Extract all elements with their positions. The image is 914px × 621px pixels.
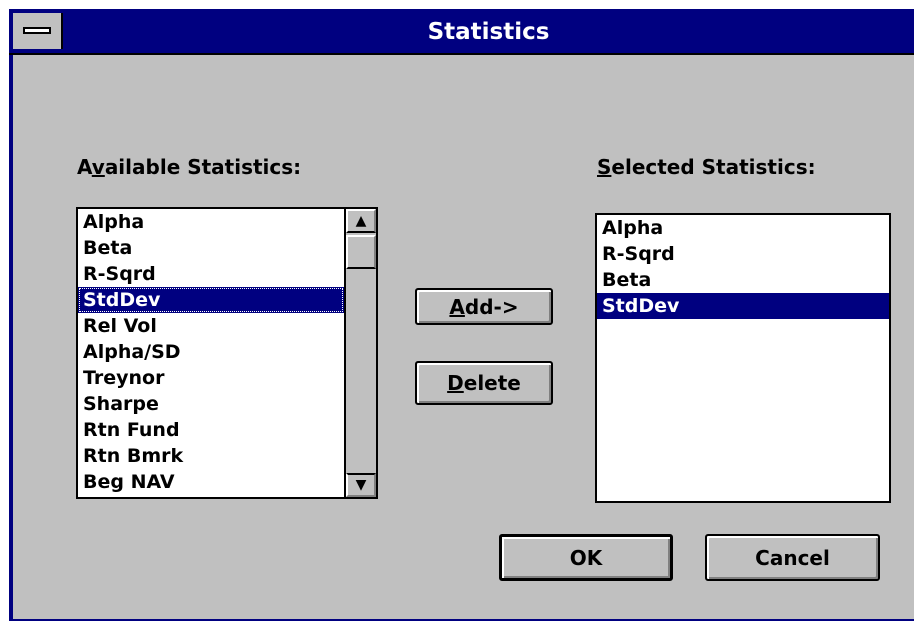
scroll-up-arrow-icon: ▲ xyxy=(355,213,367,229)
list-item[interactable]: StdDev xyxy=(597,293,889,319)
list-item[interactable]: Alpha/SD xyxy=(78,339,344,365)
available-statistics-list[interactable]: Alpha Beta R-Sqrd StdDev Rel Vol Alpha/SD Trey… xyxy=(76,207,378,499)
list-item[interactable]: Beta xyxy=(597,267,889,293)
scroll-up-button[interactable]: ▲ xyxy=(346,209,376,233)
delete-button[interactable]: Delete xyxy=(415,361,553,405)
list-item[interactable]: Beta xyxy=(78,235,344,261)
selected-statistics-list[interactable]: Alpha R-Sqrd Beta StdDev xyxy=(595,213,891,503)
list-item[interactable]: Rel Vol xyxy=(78,313,344,339)
statistics-dialog: Statistics Available Statistics: Alpha Be… xyxy=(9,9,914,621)
available-statistics-label: Available Statistics: xyxy=(77,155,302,179)
scrollbar-thumb[interactable] xyxy=(346,235,376,269)
list-item[interactable]: R-Sqrd xyxy=(597,241,889,267)
list-item[interactable]: StdDev xyxy=(78,287,344,313)
system-menu-icon xyxy=(23,27,51,34)
scroll-down-arrow-icon: ▼ xyxy=(355,477,367,493)
selected-statistics-label: Selected Statistics: xyxy=(597,155,816,179)
add-button[interactable]: Add-> xyxy=(415,288,553,325)
list-item[interactable]: Treynor xyxy=(78,365,344,391)
available-list-scrollbar[interactable]: ▲ ▼ xyxy=(344,209,376,497)
system-menu-button[interactable] xyxy=(13,13,63,49)
list-item[interactable]: Rtn Fund xyxy=(78,417,344,443)
list-item[interactable]: Alpha xyxy=(597,215,889,241)
dialog-client-area: Available Statistics: Alpha Beta R-Sqrd Std… xyxy=(13,55,914,619)
list-item[interactable]: R-Sqrd xyxy=(78,261,344,287)
list-item[interactable]: Alpha xyxy=(78,209,344,235)
title-bar[interactable]: Statistics xyxy=(9,9,914,55)
list-item[interactable]: Sharpe xyxy=(78,391,344,417)
list-item[interactable]: Beg NAV xyxy=(78,469,344,495)
ok-button[interactable]: OK xyxy=(499,534,673,581)
cancel-button[interactable]: Cancel xyxy=(705,534,880,581)
window-title: Statistics xyxy=(427,19,550,45)
scroll-down-button[interactable]: ▼ xyxy=(346,473,376,497)
list-item[interactable]: Rtn Bmrk xyxy=(78,443,344,469)
